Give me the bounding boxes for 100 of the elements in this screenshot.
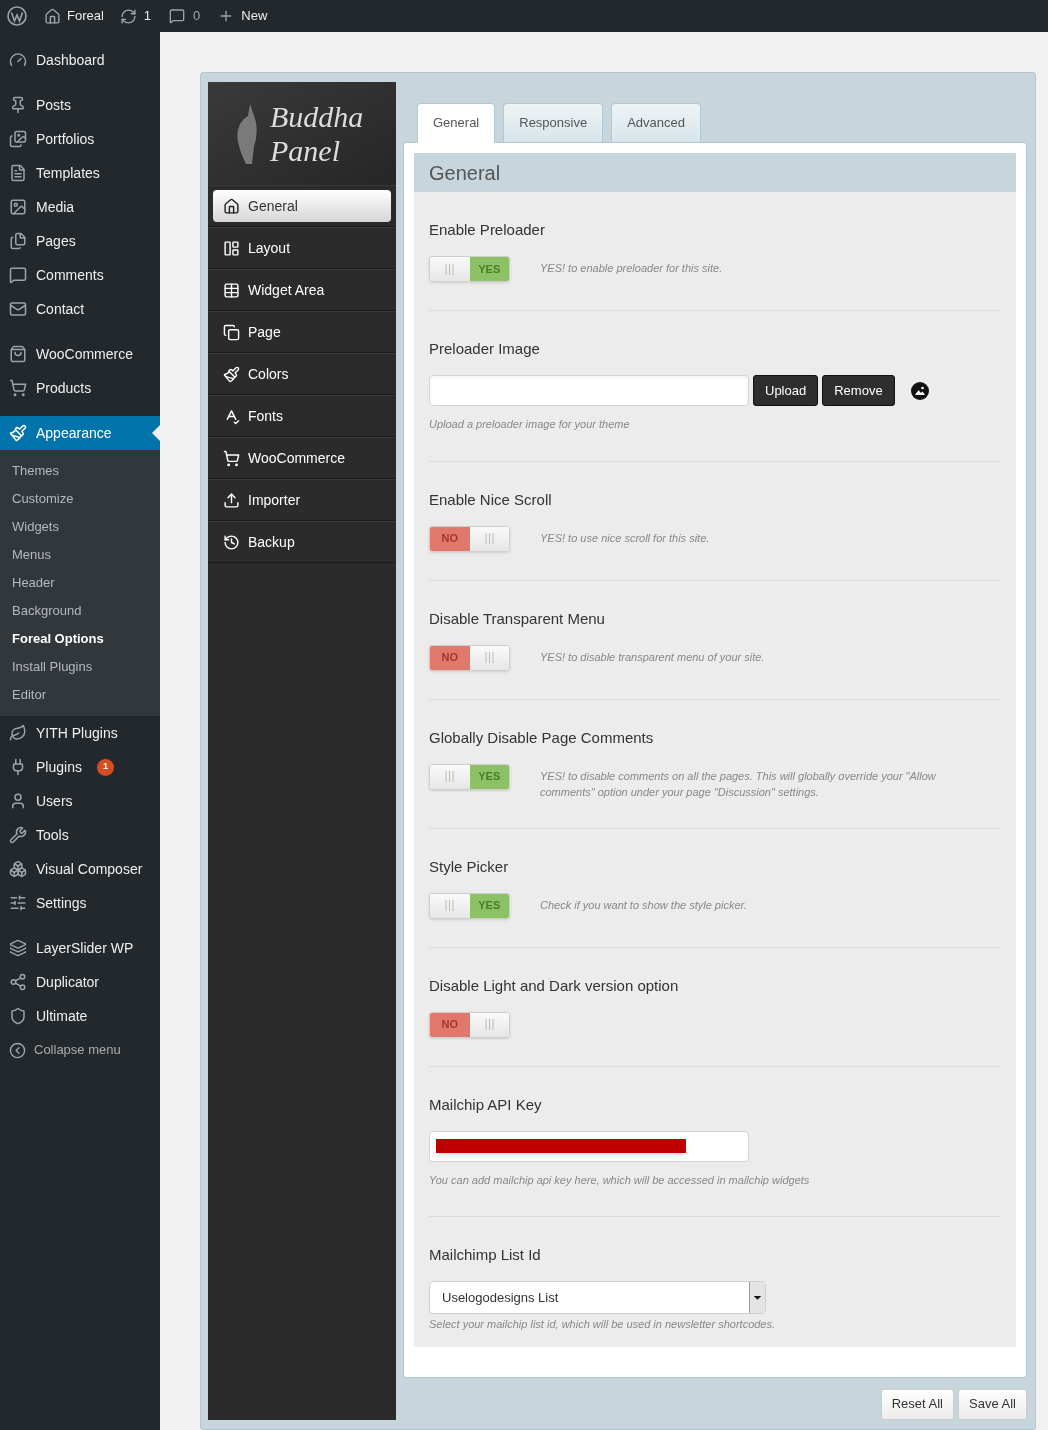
pages-icon <box>223 323 240 341</box>
option-label: Mailchimp List Id <box>429 1245 542 1265</box>
option-description: YES! to use nice scroll for this site. <box>540 530 710 546</box>
collapse-icon <box>9 1041 26 1059</box>
panel-nav-item[interactable]: WooCommerce <box>213 442 391 474</box>
option-description: YES! to enable preloader for this site. <box>540 261 723 276</box>
collapse-menu-button[interactable]: Collapse menu <box>0 1033 121 1067</box>
submenu-item[interactable]: Background <box>0 597 160 625</box>
option-label: Style Picker <box>429 856 510 877</box>
layers-icon <box>9 939 27 957</box>
menu-item[interactable]: Settings <box>0 886 160 920</box>
paintbrush-icon <box>9 424 27 442</box>
bag-icon <box>9 345 27 363</box>
submenu-item[interactable]: Widgets <box>0 513 160 541</box>
cubes-icon <box>9 860 27 878</box>
wrench-icon <box>9 826 27 844</box>
submenu-item[interactable]: Foreal Options <box>0 625 160 653</box>
menu-item[interactable]: Users <box>0 784 160 818</box>
panel-nav-item[interactable]: Colors <box>213 358 391 390</box>
pointer-arrow-icon <box>152 425 160 441</box>
submenu-item[interactable]: Menus <box>0 541 160 569</box>
share-icon <box>9 973 27 991</box>
option-label: Mailchip API Key <box>429 1094 543 1115</box>
option-label: Disable Light and Dark version option <box>429 975 680 996</box>
speech-bubble-icon <box>169 8 186 24</box>
submenu-item[interactable]: Editor <box>0 681 160 709</box>
menu-item[interactable]: Portfolios <box>0 122 160 156</box>
update-count-badge: 1 <box>96 758 114 776</box>
option-label: Preloader Image <box>429 339 541 359</box>
menu-item[interactable]: YITH Plugins <box>0 716 160 750</box>
section-title: General <box>414 153 1016 192</box>
panel-nav-item[interactable]: Page <box>213 316 391 348</box>
help-text: You can add mailchip api key here, which will be accessed in mailchip widgets <box>429 1172 811 1188</box>
menu-item[interactable]: Dashboard <box>0 43 160 77</box>
menu-item[interactable]: Ultimate <box>0 999 160 1033</box>
menu-item[interactable]: Media <box>0 190 160 224</box>
submenu-item[interactable]: Customize <box>0 485 160 513</box>
menu-item[interactable]: Appearance <box>0 416 160 450</box>
menu-item[interactable]: Duplicator <box>0 965 160 999</box>
gauge-icon <box>9 51 27 69</box>
submenu-item[interactable]: Header <box>0 569 160 597</box>
option-label: Enable Preloader <box>429 220 546 240</box>
images-icon <box>9 130 27 148</box>
grip-icon <box>484 533 494 544</box>
menu-item[interactable]: Posts <box>0 88 160 122</box>
panel-logo: Buddha Panel <box>270 99 364 168</box>
grip-icon <box>445 771 455 782</box>
footer-button[interactable]: Reset All <box>880 1388 954 1420</box>
grip-icon <box>484 652 494 663</box>
menu-item[interactable]: Tools <box>0 818 160 852</box>
upload-button[interactable]: Upload <box>753 375 819 406</box>
menu-item[interactable]: LayerSlider WP <box>0 931 160 965</box>
option-label: Enable Nice Scroll <box>429 489 553 510</box>
image-url-field[interactable] <box>429 375 749 406</box>
house-icon <box>44 7 61 25</box>
upload-icon <box>223 491 240 509</box>
image-icon <box>910 381 929 400</box>
panel-nav-item[interactable]: Importer <box>213 484 391 516</box>
list-select[interactable]: Uselogodesigns List <box>429 1281 766 1314</box>
option-description: YES! to disable comments on all the pages. This will globally override your "Allow comments" option under your page "Discussion" settings. <box>540 768 937 800</box>
menu-item[interactable]: Plugins 1 <box>0 750 160 784</box>
menu-item[interactable]: Visual Composer <box>0 852 160 886</box>
menu-item[interactable]: WooCommerce <box>0 337 160 371</box>
pages-icon <box>9 232 27 250</box>
shield-icon <box>9 1007 27 1025</box>
help-text: Select your mailchip list id, which will be used in newsletter shortcodes. <box>429 1317 777 1332</box>
house-icon <box>223 197 240 215</box>
leaf-icon <box>9 724 27 742</box>
document-icon <box>9 164 27 182</box>
panel-nav-item[interactable]: Widget Area <box>213 274 391 306</box>
wordpress-logo-icon[interactable] <box>7 6 27 26</box>
tab[interactable]: General <box>417 103 496 143</box>
history-icon <box>223 533 240 551</box>
option-label: Disable Transparent Menu <box>429 608 606 629</box>
submenu-item[interactable]: Install Plugins <box>0 653 160 681</box>
grid-icon <box>223 281 240 299</box>
grip-icon <box>445 900 455 911</box>
remove-button[interactable]: Remove <box>822 375 895 406</box>
site-link[interactable]: Foreal <box>44 6 104 26</box>
updates-link[interactable]: 1 <box>119 6 152 26</box>
menu-item[interactable]: Comments <box>0 258 160 292</box>
menu-item[interactable]: Contact <box>0 292 160 326</box>
submenu-item[interactable]: Themes <box>0 457 160 485</box>
new-link[interactable]: New <box>218 6 268 26</box>
panel-nav-item[interactable]: General <box>213 190 391 222</box>
api-key-field[interactable] <box>429 1130 749 1162</box>
footer-button[interactable]: Save All <box>958 1388 1027 1420</box>
envelope-icon <box>9 300 27 318</box>
comments-link[interactable]: 0 <box>169 6 201 26</box>
cart-icon <box>9 379 27 397</box>
menu-item[interactable]: Pages <box>0 224 160 258</box>
image-icon <box>9 198 27 216</box>
tab[interactable]: Responsive <box>503 103 604 143</box>
panel-nav-item[interactable]: Backup <box>213 526 391 558</box>
tab[interactable]: Advanced <box>611 103 701 143</box>
option-description: YES! to disable transparent menu of your site. <box>540 649 765 665</box>
menu-item[interactable]: Templates <box>0 156 160 190</box>
panel-nav-item[interactable]: Layout <box>213 232 391 264</box>
menu-item[interactable]: Products <box>0 371 160 405</box>
panel-nav-item[interactable]: Fonts <box>213 400 391 432</box>
